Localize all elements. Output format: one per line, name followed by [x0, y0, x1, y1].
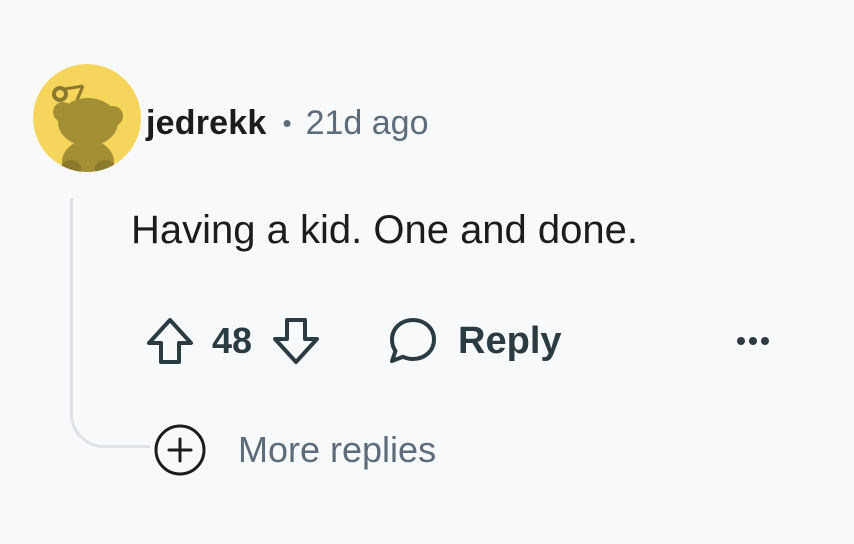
username-link[interactable]: jedrekk	[146, 104, 266, 143]
more-replies-label: More replies	[238, 429, 437, 470]
comment-timestamp[interactable]: 21d ago	[306, 104, 429, 143]
meta-separator: •	[282, 107, 292, 138]
ellipsis-icon	[737, 337, 769, 345]
more-replies-button[interactable]: More replies	[152, 424, 436, 476]
comment-body: Having a kid. One and done.	[131, 208, 639, 252]
comment-actions: 48 Reply	[140, 308, 562, 374]
vote-score: 48	[212, 320, 253, 361]
speech-bubble-icon	[390, 318, 437, 363]
reply-label: Reply	[458, 319, 562, 362]
user-avatar[interactable]	[33, 64, 141, 172]
plus-circle-icon	[154, 424, 206, 476]
arrow-down-icon	[273, 318, 320, 364]
arrow-up-icon	[147, 318, 193, 364]
comment-meta: jedrekk • 21d ago	[146, 100, 429, 146]
upvote-button[interactable]	[140, 311, 200, 371]
reddit-snoo-avatar-icon	[33, 64, 141, 172]
downvote-button[interactable]	[266, 311, 326, 371]
reply-button[interactable]: Reply	[386, 314, 562, 368]
overflow-menu-button[interactable]	[730, 318, 776, 364]
